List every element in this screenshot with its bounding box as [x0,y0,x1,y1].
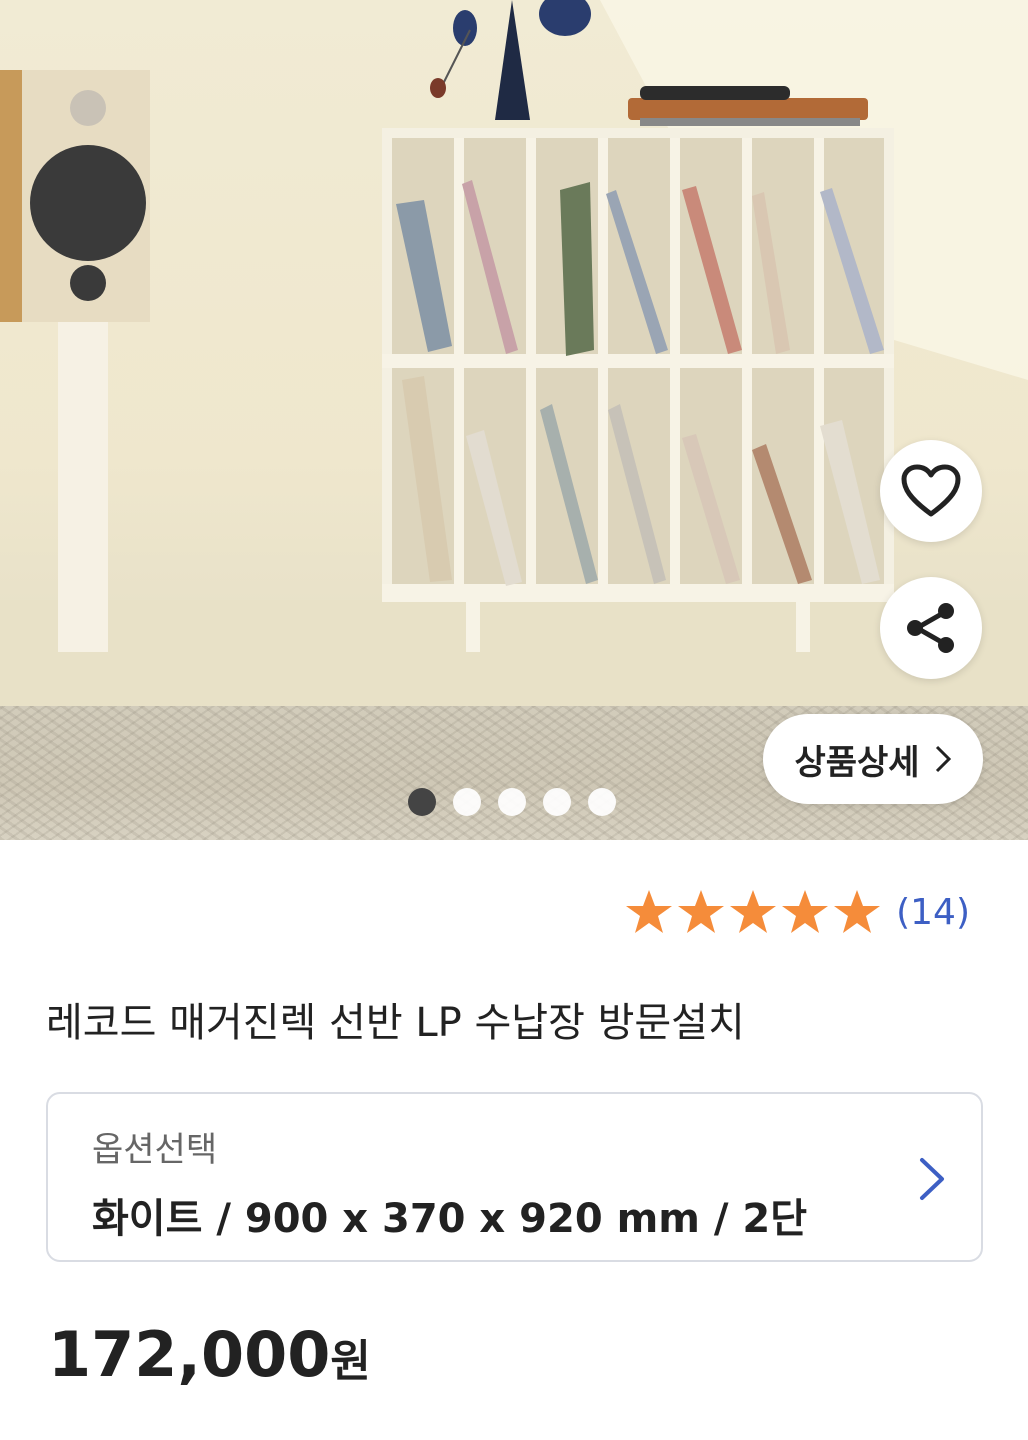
price-value: 172,000 [48,1318,331,1391]
share-button[interactable] [880,577,982,679]
carousel-dot[interactable] [498,788,526,816]
rating[interactable]: (14) [624,888,970,936]
heart-outline-icon [901,464,961,517]
share-icon [907,603,954,653]
like-button[interactable] [880,440,982,542]
star-icon [730,890,777,933]
carousel-pagination[interactable] [408,788,616,816]
option-label: 옵션선택 [92,1130,218,1170]
rating-stars [624,888,882,936]
star-icon [782,890,829,933]
carousel-dot[interactable] [408,788,436,816]
carousel-dot[interactable] [453,788,481,816]
star-icon [834,890,881,933]
price: 172,000 원 [48,1318,371,1391]
star-icon [678,890,725,933]
product-title: 레코드 매거진렉 선반 LP 수납장 방문설치 [46,1000,745,1046]
chevron-right-icon [920,1158,944,1200]
carousel-dot[interactable] [543,788,571,816]
product-detail-label: 상품상세 [794,742,920,783]
option-value: 화이트 / 900 x 370 x 920 mm / 2단 [92,1196,808,1242]
option-select[interactable]: 옵션선택 화이트 / 900 x 370 x 920 mm / 2단 [46,1092,983,1262]
star-icon [626,890,673,933]
review-count[interactable]: (14) [896,892,970,933]
carousel-dot[interactable] [588,788,616,816]
chevron-right-icon [935,745,951,773]
product-detail-button[interactable]: 상품상세 [763,714,983,804]
price-unit: 원 [330,1336,371,1387]
